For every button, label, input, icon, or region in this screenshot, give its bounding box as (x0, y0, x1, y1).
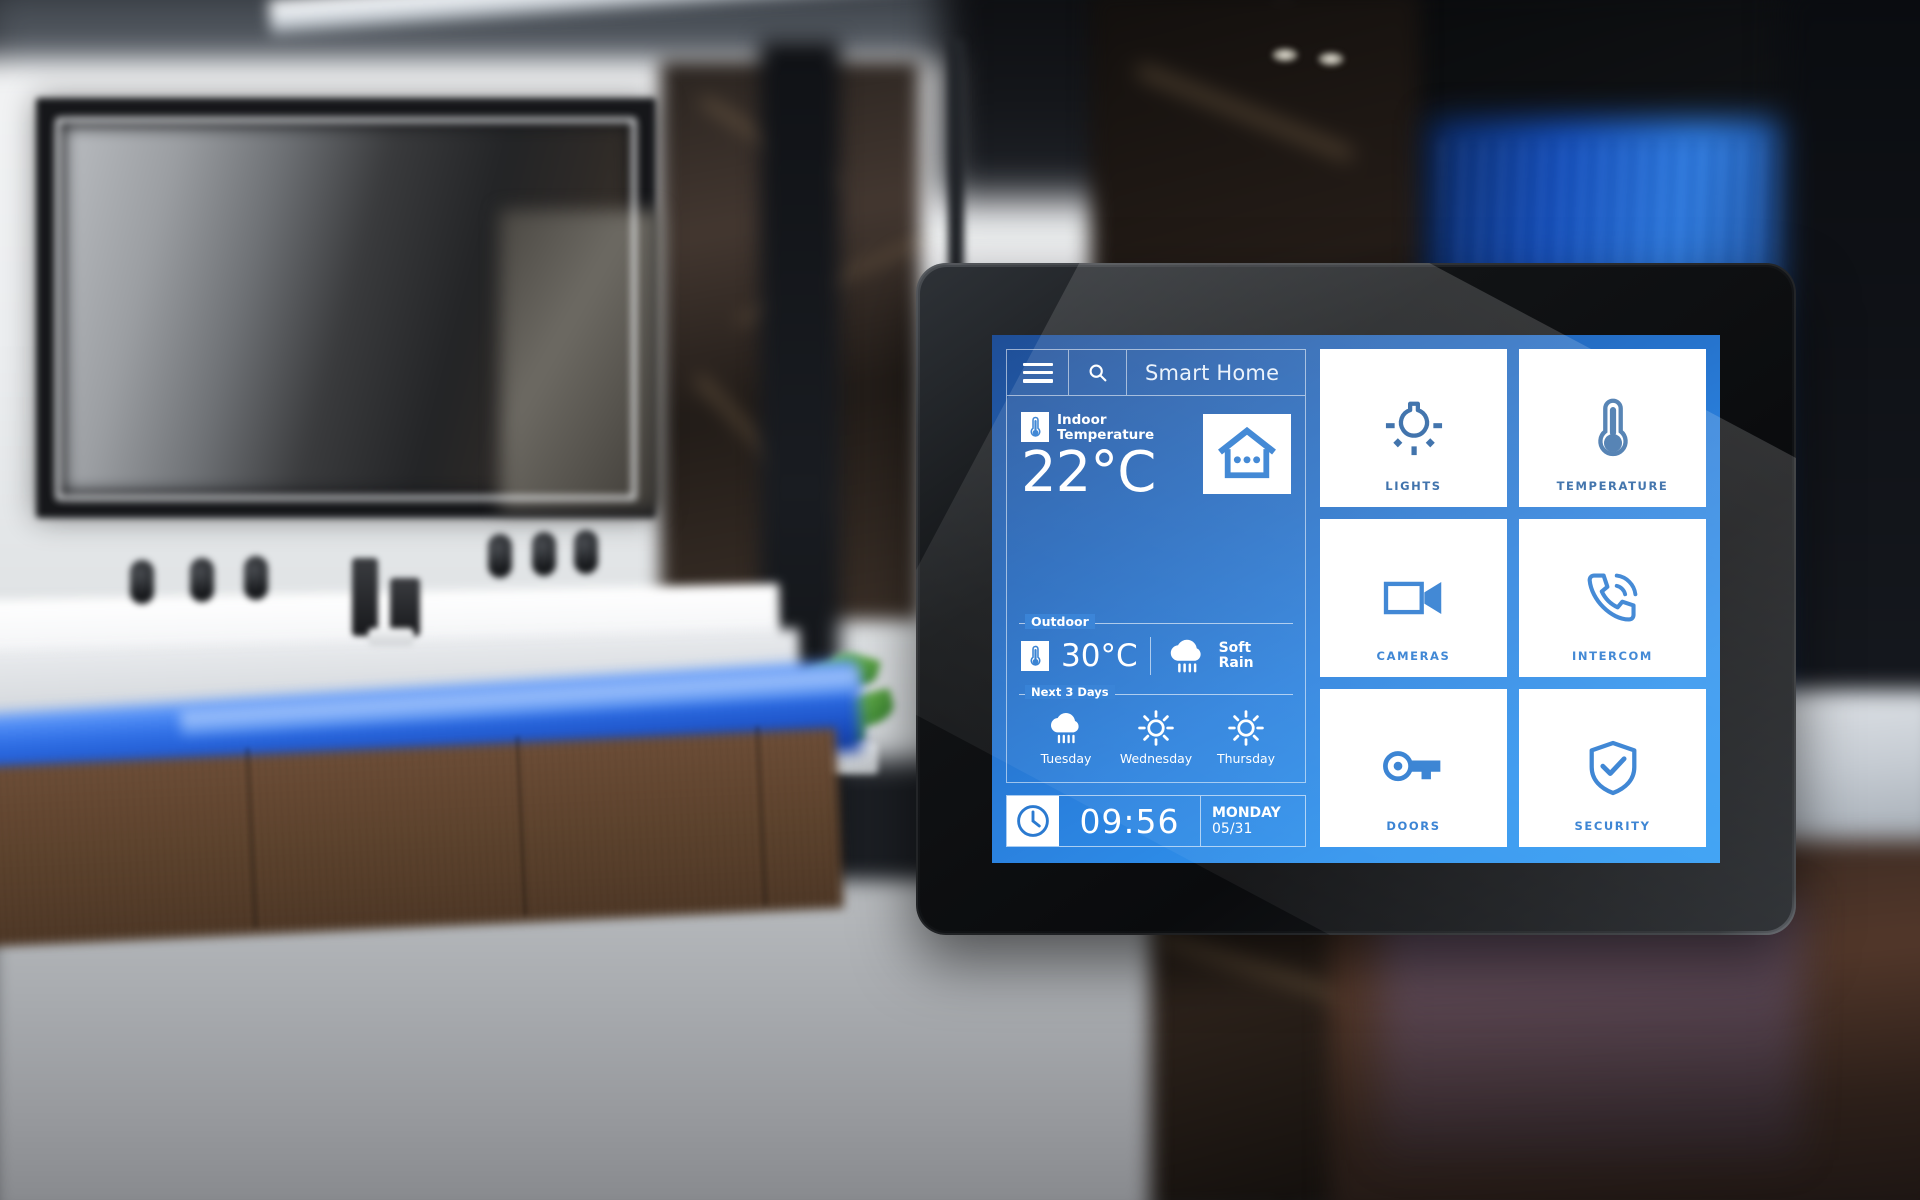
key-icon (1382, 751, 1440, 782)
clock-date: 05/31 (1212, 821, 1253, 837)
shield-check-icon (1589, 740, 1636, 796)
forecast-days: Tuesday Wednesday Thursday (1019, 703, 1293, 776)
search-button[interactable] (1069, 350, 1127, 395)
app-title-cell: Smart Home (1127, 350, 1305, 395)
clock-date-block: MONDAY 05/31 (1201, 796, 1305, 846)
forecast-day-name: Thursday (1216, 751, 1276, 766)
menu-button[interactable] (1007, 350, 1069, 395)
app-topbar: Smart Home (1007, 350, 1305, 396)
outdoor-section: Outdoor 30°C Soft Rain (1019, 614, 1293, 686)
clock-icon-cell (1007, 796, 1059, 846)
phone-ringing-icon (1587, 573, 1637, 622)
right-wall-dark (1780, 0, 1920, 760)
home-status-tile[interactable] (1203, 414, 1291, 494)
tile-security[interactable]: SECURITY (1519, 689, 1706, 847)
clock-icon (1017, 805, 1049, 837)
search-icon (1089, 364, 1107, 382)
cloud-rain-icon (1170, 639, 1201, 673)
clock-bar: 09:56 MONDAY 05/31 (1006, 795, 1306, 847)
tile-label: INTERCOM (1572, 649, 1653, 663)
shield-check-icon-wrap (1588, 737, 1638, 799)
key-icon-wrap (1382, 737, 1446, 799)
weather-info-panel: Smart Home Indoor Temperature 22°C Outdo… (1006, 349, 1306, 783)
forecast-day[interactable]: Wednesday (1111, 709, 1200, 766)
lightbulb-icon (1385, 401, 1442, 456)
forecast-day-name: Wednesday (1119, 751, 1193, 766)
floor-reflection (1380, 900, 1800, 1160)
shortcut-tile-grid: LIGHTS TEMPERATURE CAMERAS INTERCOM DOOR… (1320, 349, 1706, 847)
faucet-1 (130, 560, 154, 604)
tile-label: SECURITY (1574, 819, 1651, 833)
indoor-label-line1: Indoor (1057, 412, 1107, 428)
faucet-6 (574, 530, 598, 574)
tile-doors[interactable]: DOORS (1320, 689, 1507, 847)
tile-label: DOORS (1386, 819, 1441, 833)
thermometer-icon (1597, 398, 1628, 457)
tile-label: TEMPERATURE (1556, 479, 1669, 493)
lightbulb-icon-wrap (1383, 397, 1445, 459)
indoor-readout: Indoor Temperature 22°C (1021, 412, 1193, 501)
condition-line2: Rain (1218, 655, 1254, 671)
outdoor-readout: 30°C Soft Rain (1019, 632, 1293, 686)
video-camera-icon (1383, 581, 1441, 615)
clock-time: 09:56 (1059, 796, 1201, 846)
condition-line1: Soft (1218, 639, 1252, 656)
faucet-5 (532, 532, 556, 576)
outdoor-temperature-value: 30°C (1061, 637, 1138, 674)
forecast-day[interactable]: Thursday (1201, 709, 1290, 766)
forecast-section-label: Next 3 Days (1025, 685, 1115, 699)
ceiling-spotlight-1 (1272, 48, 1298, 62)
ceiling-spotlight-2 (1318, 52, 1344, 66)
indoor-temperature-block: Indoor Temperature 22°C (1007, 396, 1305, 615)
divider (1149, 637, 1151, 675)
forecast-section: Next 3 Days Tuesday Wednesday Thursday (1019, 685, 1293, 782)
tablet-screen[interactable]: Smart Home Indoor Temperature 22°C Outdo… (992, 335, 1720, 863)
faucet-4 (488, 534, 512, 578)
tile-temperature[interactable]: TEMPERATURE (1519, 349, 1706, 507)
thermometer-icon (1030, 416, 1040, 437)
video-camera-icon-wrap (1383, 567, 1445, 629)
soap-bar (368, 628, 414, 646)
sun-icon (1228, 710, 1264, 746)
thermometer-icon (1030, 645, 1040, 666)
forecast-day[interactable]: Tuesday (1021, 709, 1110, 766)
info-column: Smart Home Indoor Temperature 22°C Outdo… (1006, 349, 1306, 847)
forecast-day-name: Tuesday (1040, 751, 1092, 766)
sun-icon (1138, 710, 1174, 746)
faucet-2 (190, 558, 214, 602)
phone-ringing-icon-wrap (1585, 567, 1641, 629)
cloud-rain-icon (1050, 712, 1079, 744)
tile-intercom[interactable]: INTERCOM (1519, 519, 1706, 677)
indoor-temperature-value: 22°C (1021, 440, 1156, 506)
tile-label: CAMERAS (1376, 649, 1451, 663)
clock-weekday: MONDAY (1212, 804, 1281, 821)
page-title: Smart Home (1145, 360, 1280, 385)
mirror-backlight (56, 118, 636, 500)
outdoor-section-label: Outdoor (1025, 614, 1095, 629)
tablet-device: Smart Home Indoor Temperature 22°C Outdo… (916, 263, 1796, 935)
toiletry-bottle-1 (352, 558, 378, 636)
tile-label: LIGHTS (1385, 479, 1442, 493)
tile-cameras[interactable]: CAMERAS (1320, 519, 1507, 677)
indoor-thermometer-chip (1021, 412, 1049, 442)
faucet-3 (244, 556, 268, 600)
tile-lights[interactable]: LIGHTS (1320, 349, 1507, 507)
outdoor-condition-text: Soft Rain (1218, 639, 1254, 672)
indoor-label: Indoor Temperature (1057, 412, 1154, 443)
outdoor-thermometer-chip (1021, 641, 1049, 671)
home-icon (1218, 426, 1276, 479)
thermometer-icon-wrap (1594, 397, 1632, 459)
hamburger-menu-icon (1022, 362, 1053, 383)
outdoor-condition: Soft Rain (1163, 636, 1254, 676)
